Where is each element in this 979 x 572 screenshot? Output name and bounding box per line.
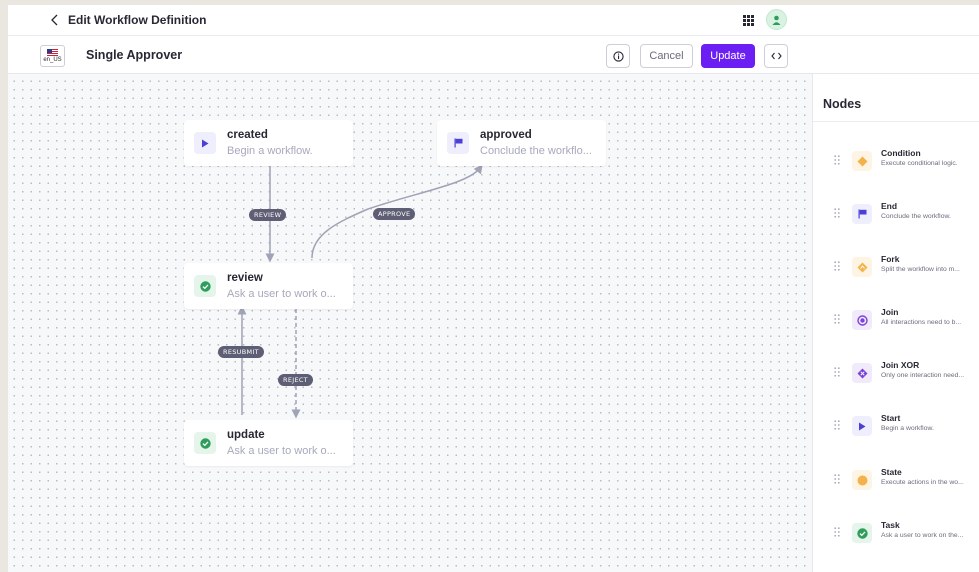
workflow-name: Single Approver (86, 48, 183, 62)
sidebar-title: Nodes (823, 97, 862, 111)
top-bar: Edit Workflow Definition (8, 5, 979, 36)
drag-handle-icon[interactable] (834, 420, 840, 430)
node-approved[interactable]: approved Conclude the workflo... (437, 120, 606, 166)
check-circle-icon (194, 275, 216, 297)
sidebar-item-description: Ask a user to work on the... (881, 532, 964, 539)
sidebar-item-name: End (881, 201, 898, 211)
join-icon (852, 310, 872, 330)
workflow-editor-window: Edit Workflow Definition en_US Single Ap… (8, 5, 979, 572)
sidebar-item-description: Split the workflow into m... (881, 266, 960, 273)
nodes-sidebar: Nodes Condition Execute conditional logi… (813, 74, 979, 572)
us-flag-icon (47, 48, 58, 56)
sidebar-item-description: Execute conditional logic. (881, 160, 958, 167)
drag-handle-icon[interactable] (834, 367, 840, 377)
diamond-icon (852, 151, 872, 171)
sidebar-item-description: Only one interaction need... (881, 372, 965, 379)
edges-layer (237, 162, 483, 419)
check-circle-icon (194, 432, 216, 454)
sidebar-item-name: State (881, 467, 902, 477)
drag-handle-icon[interactable] (834, 208, 840, 218)
chevron-left-icon[interactable] (46, 11, 62, 29)
language-label: en_US (43, 56, 62, 63)
sidebar-item-state[interactable]: State Execute actions in the wo... (813, 461, 979, 501)
apps-grid-icon[interactable] (739, 11, 757, 29)
info-icon (612, 50, 624, 62)
cancel-button[interactable]: Cancel (640, 44, 693, 68)
node-created[interactable]: created Begin a workflow. (184, 120, 353, 166)
code-icon (770, 52, 782, 60)
toolbar: en_US Single Approver Cancel Update (8, 36, 979, 74)
sidebar-item-name: Join (881, 307, 899, 317)
sidebar-item-name: Join XOR (881, 360, 920, 370)
edge-label-approve[interactable]: APPROVE (373, 208, 416, 220)
sidebar-item-name: Fork (881, 254, 900, 264)
sidebar-item-join-xor[interactable]: Join XOR Only one interaction need... (813, 354, 979, 394)
sidebar-item-name: Start (881, 413, 901, 423)
sidebar-item-task[interactable]: Task Ask a user to work on the... (813, 514, 979, 554)
drag-handle-icon[interactable] (834, 155, 840, 165)
node-description: Begin a workflow. (227, 145, 313, 157)
node-description: Conclude the workflo... (480, 145, 592, 157)
node-title: created (227, 129, 268, 141)
node-title: approved (480, 129, 532, 141)
play-icon (852, 416, 872, 436)
sidebar-item-name: Task (881, 520, 900, 530)
flag-icon (447, 132, 469, 154)
node-description: Ask a user to work o... (227, 445, 336, 457)
play-icon (194, 132, 216, 154)
sidebar-item-start[interactable]: Start Begin a workflow. (813, 407, 979, 447)
sidebar-item-fork[interactable]: Fork Split the workflow into m... (813, 248, 979, 288)
sidebar-item-join[interactable]: Join All interactions need to b... (813, 301, 979, 341)
update-button[interactable]: Update (701, 44, 755, 68)
sidebar-item-description: Begin a workflow. (881, 425, 934, 432)
check-circle-icon (852, 523, 872, 543)
language-selector[interactable]: en_US (40, 45, 65, 67)
node-review[interactable]: review Ask a user to work o... (184, 263, 353, 309)
fork-icon (852, 257, 872, 277)
sidebar-item-end[interactable]: End Conclude the workflow. (813, 195, 979, 235)
drag-handle-icon[interactable] (834, 527, 840, 537)
flag-icon (852, 204, 872, 224)
page-title: Edit Workflow Definition (68, 13, 207, 27)
node-title: review (227, 272, 263, 284)
user-avatar-icon[interactable] (766, 9, 787, 30)
info-button[interactable] (606, 44, 630, 68)
node-update[interactable]: update Ask a user to work o... (184, 420, 353, 466)
workflow-canvas[interactable]: created Begin a workflow. approved Concl… (8, 74, 813, 572)
circle-icon (852, 470, 872, 490)
sidebar-divider (813, 121, 979, 122)
edge-label-review[interactable]: REVIEW (249, 209, 287, 221)
join-xor-icon (852, 363, 872, 383)
sidebar-item-description: All interactions need to b... (881, 319, 962, 326)
node-description: Ask a user to work o... (227, 288, 336, 300)
node-title: update (227, 429, 265, 441)
sidebar-item-condition[interactable]: Condition Execute conditional logic. (813, 142, 979, 182)
sidebar-item-description: Conclude the workflow. (881, 213, 951, 220)
drag-handle-icon[interactable] (834, 314, 840, 324)
sidebar-item-name: Condition (881, 148, 921, 158)
code-view-button[interactable] (764, 44, 788, 68)
edge-label-resubmit[interactable]: RESUBMIT (218, 346, 264, 358)
sidebar-item-description: Execute actions in the wo... (881, 479, 964, 486)
edge-label-reject[interactable]: REJECT (278, 374, 313, 386)
drag-handle-icon[interactable] (834, 474, 840, 484)
drag-handle-icon[interactable] (834, 261, 840, 271)
